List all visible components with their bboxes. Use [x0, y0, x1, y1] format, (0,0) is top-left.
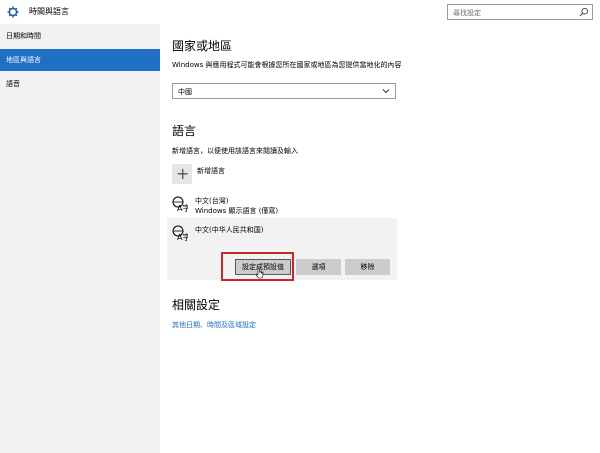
remove-button[interactable]: 移除 — [345, 259, 390, 275]
title-bar: 時間與語言 尋找設定 — [0, 0, 600, 24]
chevron-down-icon — [382, 87, 390, 95]
language-description: 新增語言，以便使用該語言來閱讀及輸入 — [172, 147, 298, 155]
add-language-button[interactable]: + — [172, 164, 192, 184]
region-description: Windows 與應用程式可能會根據您所在國家或地區為您提供當地化的內容 — [172, 61, 402, 69]
language-name: 中文(台灣) — [195, 197, 229, 205]
add-language-label[interactable]: 新增語言 — [197, 166, 225, 176]
svg-text:A字: A字 — [177, 232, 188, 241]
options-button[interactable]: 選項 — [296, 259, 341, 275]
language-heading: 語言 — [172, 124, 197, 138]
main-content: 國家或地區 Windows 與應用程式可能會根據您所在國家或地區為您提供當地化的… — [160, 24, 600, 453]
language-icon: A字 — [172, 196, 190, 213]
region-heading: 國家或地區 — [172, 39, 233, 53]
other-settings-link[interactable]: 其他日期、時間及區域設定 — [172, 320, 256, 330]
gear-icon[interactable] — [7, 6, 19, 18]
search-icon[interactable] — [579, 7, 589, 17]
language-display-note: Windows 顯示語言 (僅寫) — [195, 207, 279, 215]
cursor-icon — [255, 267, 265, 280]
plus-icon: + — [176, 164, 190, 183]
sidebar-item-region-language[interactable]: 地區與語言 — [0, 49, 160, 71]
svg-text:A字: A字 — [177, 203, 188, 212]
language-name: 中文(中华人民共和国) — [195, 226, 264, 234]
app-title: 時間與語言 — [29, 7, 69, 16]
search-box[interactable]: 尋找設定 — [447, 4, 593, 20]
related-settings-heading: 相關設定 — [172, 298, 221, 312]
search-input[interactable]: 尋找設定 — [453, 8, 481, 18]
sidebar: 日期和時間 地區與語言 語音 — [0, 24, 160, 453]
country-select-value: 中國 — [178, 88, 192, 96]
country-select[interactable]: 中國 — [172, 83, 396, 99]
sidebar-item-speech[interactable]: 語音 — [0, 73, 160, 95]
sidebar-item-date-time[interactable]: 日期和時間 — [0, 25, 160, 47]
language-icon: A字 — [172, 225, 190, 242]
